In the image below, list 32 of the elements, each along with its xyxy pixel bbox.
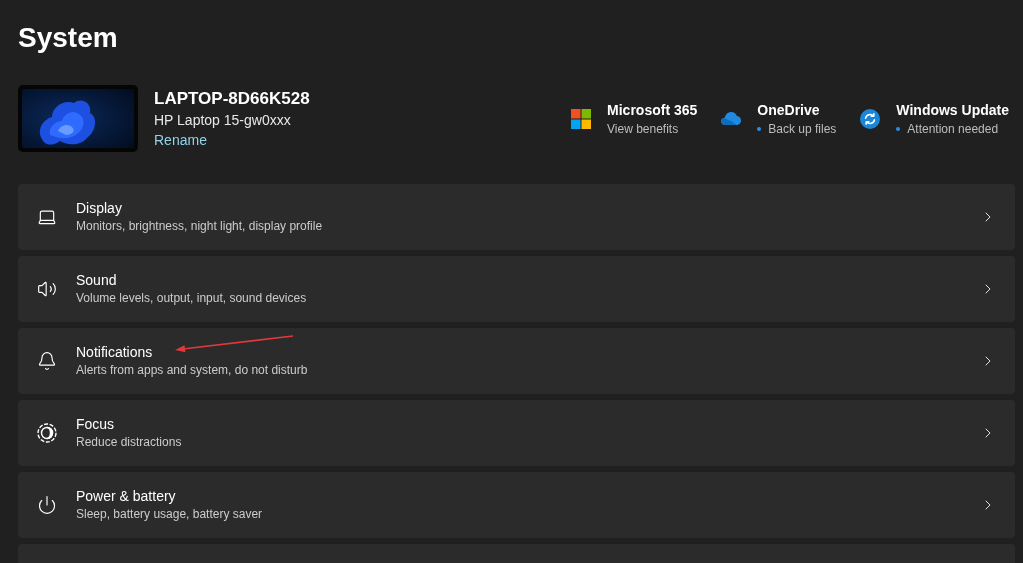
quick-link-title[interactable]: Windows Update — [896, 99, 1009, 120]
item-title: Display — [76, 199, 122, 218]
item-subtitle: Sleep, battery usage, battery saver — [76, 506, 263, 523]
refresh-icon — [860, 108, 881, 129]
page-title: System — [18, 21, 118, 55]
item-subtitle: Alerts from apps and system, do not disturb — [76, 362, 308, 379]
item-subtitle: Volume levels, output, input, sound devices — [76, 290, 307, 307]
settings-item[interactable]: Notifications Alerts from apps and system, do not disturb — [18, 328, 1015, 394]
item-subtitle: Monitors, brightness, night light, display profile — [76, 218, 323, 235]
item-subtitle: Reduce distractions — [76, 434, 182, 451]
settings-item[interactable]: Power & battery Sleep, battery usage, battery saver — [18, 472, 1015, 538]
four-squares-logo-icon — [571, 108, 592, 129]
item-title: Notifications — [76, 343, 153, 362]
focus-icon — [37, 423, 57, 443]
quick-link-subtitle: Back up files — [768, 120, 837, 138]
settings-item[interactable]: Sound Volume levels, output, input, sound devices — [18, 256, 1015, 322]
device-model: HP Laptop 15-gw0xxx — [154, 110, 291, 130]
settings-item[interactable]: Focus Reduce distractions — [18, 400, 1015, 466]
quick-link-title[interactable]: Microsoft 365 — [607, 99, 698, 120]
item-title: Power & battery — [76, 487, 176, 506]
device-name: LAPTOP-8D66K528 — [154, 87, 310, 110]
quick-link-title[interactable]: OneDrive — [757, 99, 820, 120]
quick-link-subtitle: Attention needed — [907, 120, 999, 138]
item-title: Focus — [76, 415, 115, 434]
rename-link[interactable]: Rename — [154, 129, 207, 150]
power-icon — [37, 495, 57, 515]
speaker-icon — [37, 279, 57, 299]
cloud-icon — [721, 112, 742, 125]
item-title: Sound — [76, 271, 117, 290]
settings-item[interactable]: Display Monitors, brightness, night light, display profile — [18, 184, 1015, 250]
bell-icon — [37, 351, 57, 371]
quick-link-subtitle: View benefits — [607, 120, 679, 138]
